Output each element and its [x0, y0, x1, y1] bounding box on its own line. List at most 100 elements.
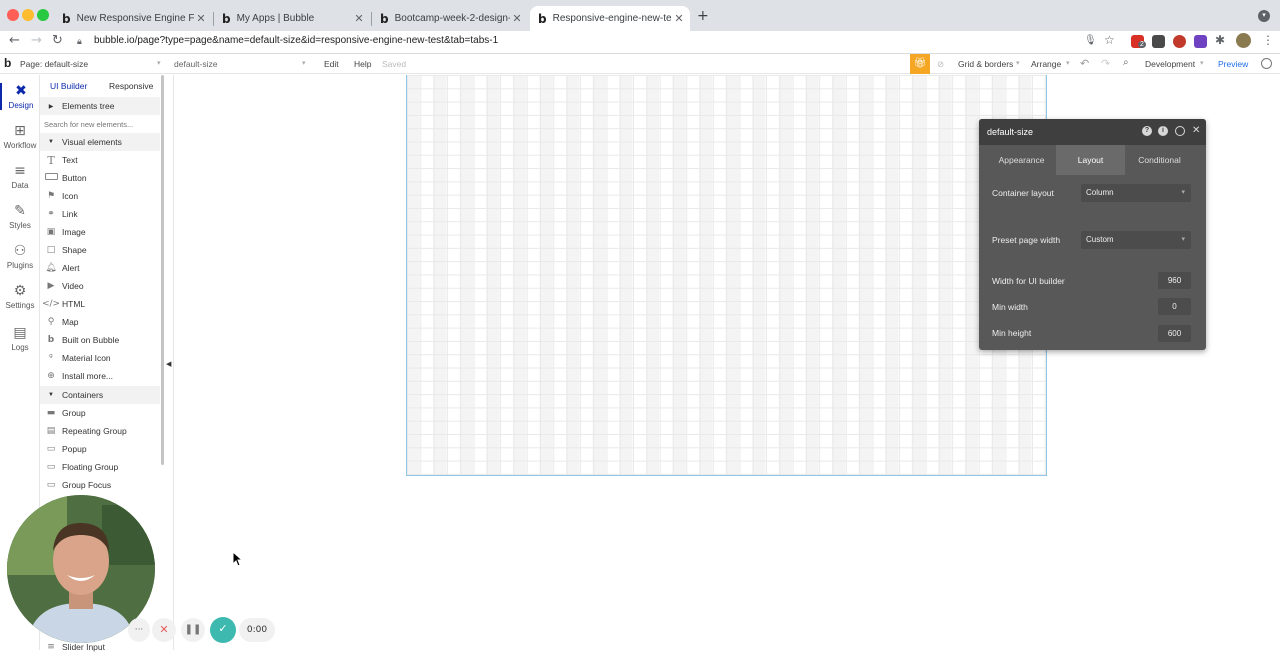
- visual-elements-section[interactable]: ▼ Visual elements: [40, 133, 160, 151]
- preview-button[interactable]: Preview: [1218, 59, 1248, 69]
- development-version-menu[interactable]: Development: [1145, 59, 1195, 69]
- min-width-input[interactable]: 0: [1158, 298, 1191, 315]
- redo-icon[interactable]: ↷: [1101, 57, 1110, 70]
- tab-ui-builder[interactable]: UI Builder: [50, 81, 87, 91]
- floating-group-icon: ▭: [46, 462, 56, 472]
- comment-icon[interactable]: [1175, 126, 1185, 136]
- rail-design[interactable]: ✖ Design: [0, 83, 40, 110]
- tab-conditional[interactable]: Conditional: [1125, 145, 1194, 175]
- back-arrow-icon[interactable]: ←: [9, 33, 20, 48]
- recorder-finish-button[interactable]: ✓: [210, 617, 236, 643]
- profile-avatar[interactable]: [1236, 33, 1251, 48]
- palette-item-built-on-bubble[interactable]: b Built on Bubble: [40, 331, 160, 349]
- palette-item-link[interactable]: ⚭ Link: [40, 205, 160, 223]
- close-tab-icon[interactable]: ✕: [672, 12, 686, 25]
- recorder-cancel-button[interactable]: ✕: [152, 618, 176, 642]
- extension-icon[interactable]: [1173, 35, 1186, 48]
- container-layout-dropdown[interactable]: Column ▾: [1081, 184, 1191, 202]
- tab-responsive[interactable]: Responsive: [109, 81, 153, 91]
- button-icon: [40, 173, 62, 183]
- palette-item-group-focus[interactable]: ▭ Group Focus: [40, 476, 160, 494]
- rail-plugins[interactable]: ⚇ Plugins: [0, 243, 40, 270]
- account-icon[interactable]: [1261, 58, 1272, 69]
- palette-item-group[interactable]: ▬ Group: [40, 404, 160, 422]
- palette-item-image[interactable]: ▣ Image: [40, 223, 160, 241]
- elements-tree-section[interactable]: ▶ Elements tree: [40, 97, 160, 115]
- help-icon[interactable]: ?: [1142, 126, 1152, 136]
- close-window-button[interactable]: [7, 9, 19, 21]
- close-tab-icon[interactable]: ✕: [510, 12, 524, 25]
- minimize-window-button[interactable]: [22, 9, 34, 21]
- address-bar[interactable]: bubble.io/page?type=page&name=default-si…: [94, 35, 498, 46]
- maximize-window-button[interactable]: [37, 9, 49, 21]
- lock-icon[interactable]: 🔒︎: [77, 36, 82, 47]
- chevron-down-icon: ▾: [1200, 60, 1204, 67]
- rail-styles[interactable]: ✎ Styles: [0, 203, 40, 230]
- mouse-cursor-icon: [232, 551, 244, 567]
- page-selector[interactable]: Page: default-size: [20, 59, 88, 69]
- palette-item-icon[interactable]: ⚑ Icon: [40, 187, 160, 205]
- help-menu[interactable]: Help: [354, 59, 371, 69]
- element-search-input[interactable]: [44, 117, 158, 132]
- browser-tab[interactable]: b New Responsive Engine Featur ✕: [54, 6, 212, 31]
- width-ui-builder-input[interactable]: 960: [1158, 272, 1191, 289]
- forward-arrow-icon[interactable]: →: [31, 33, 42, 48]
- bubble-logo-icon[interactable]: b: [4, 56, 11, 70]
- reload-icon[interactable]: ↻: [52, 33, 63, 48]
- preset-page-width-dropdown[interactable]: Custom ▾: [1081, 231, 1191, 249]
- info-icon[interactable]: i: [1158, 126, 1168, 136]
- browser-tab[interactable]: b Bootcamp-week-2-design-use ✕: [372, 6, 528, 31]
- browser-tab-active[interactable]: b Responsive-engine-new-test ✕: [530, 6, 690, 31]
- palette-item-video[interactable]: ▶ Video: [40, 277, 160, 295]
- recorder-more-button[interactable]: ···: [128, 618, 150, 642]
- rail-logs[interactable]: ▤ Logs: [0, 325, 40, 352]
- extension-icon[interactable]: [1152, 35, 1165, 48]
- palette-item-map[interactable]: ⚲ Map: [40, 313, 160, 331]
- palette-item-popup[interactable]: ▭ Popup: [40, 440, 160, 458]
- palette-item-text[interactable]: T Text: [40, 151, 160, 169]
- browser-tab[interactable]: b My Apps | Bubble ✕: [214, 6, 370, 31]
- hide-icon[interactable]: ⊘: [937, 59, 944, 70]
- grid-borders-menu[interactable]: Grid & borders: [958, 59, 1013, 69]
- property-editor-header[interactable]: default-size ? i ✕: [979, 119, 1206, 145]
- arrange-menu[interactable]: Arrange: [1031, 59, 1061, 69]
- gift-icon[interactable]: 🎁︎: [910, 54, 930, 74]
- close-icon[interactable]: ✕: [1192, 125, 1200, 136]
- palette-item-shape[interactable]: □ Shape: [40, 241, 160, 259]
- palette-item-button[interactable]: Button: [40, 169, 160, 187]
- edit-menu[interactable]: Edit: [324, 59, 339, 69]
- containers-section[interactable]: ▼ Containers: [40, 386, 160, 404]
- close-tab-icon[interactable]: ✕: [194, 12, 208, 25]
- palette-item-alert[interactable]: 🔔︎ Alert: [40, 259, 160, 277]
- palette-item-material-icon[interactable]: ᵍ Material Icon: [40, 349, 160, 367]
- undo-icon[interactable]: ↶: [1080, 57, 1089, 70]
- flag-icon: ⚑: [46, 191, 56, 201]
- close-tab-icon[interactable]: ✕: [352, 12, 366, 25]
- design-icon: ✖: [15, 83, 27, 99]
- browser-menu-icon[interactable]: ⋮: [1262, 33, 1274, 47]
- palette-item-install-more[interactable]: ⊕ Install more...: [40, 367, 160, 385]
- microphone-icon[interactable]: 🎙︎: [1084, 35, 1097, 46]
- plugins-icon: ⚇: [13, 243, 27, 259]
- popup-icon: ▭: [46, 444, 56, 454]
- palette-scrollbar[interactable]: [161, 75, 164, 465]
- element-selector[interactable]: default-size: [174, 59, 217, 69]
- min-height-input[interactable]: 600: [1158, 325, 1191, 342]
- extension-icon[interactable]: [1194, 35, 1207, 48]
- bookmark-star-icon[interactable]: ☆: [1104, 33, 1115, 47]
- palette-item-repeating-group[interactable]: ▤ Repeating Group: [40, 422, 160, 440]
- tab-layout[interactable]: Layout: [1056, 145, 1125, 175]
- rail-workflow[interactable]: ⊞ Workflow: [0, 123, 40, 150]
- tab-appearance[interactable]: Appearance: [987, 145, 1056, 175]
- extensions-puzzle-icon[interactable]: ✱: [1215, 33, 1225, 47]
- search-icon[interactable]: ⌕: [1123, 57, 1129, 68]
- tab-search-icon[interactable]: ▾: [1258, 10, 1270, 22]
- rail-data[interactable]: ≡ Data: [0, 163, 40, 190]
- page-canvas[interactable]: [406, 75, 1047, 476]
- collapse-palette-icon[interactable]: ◀: [166, 360, 171, 368]
- recorder-pause-button[interactable]: ❚❚: [181, 618, 205, 642]
- palette-item-html[interactable]: </> HTML: [40, 295, 160, 313]
- new-tab-button[interactable]: +: [697, 8, 709, 24]
- palette-item-floating-group[interactable]: ▭ Floating Group: [40, 458, 160, 476]
- rail-settings[interactable]: ⚙ Settings: [0, 283, 40, 310]
